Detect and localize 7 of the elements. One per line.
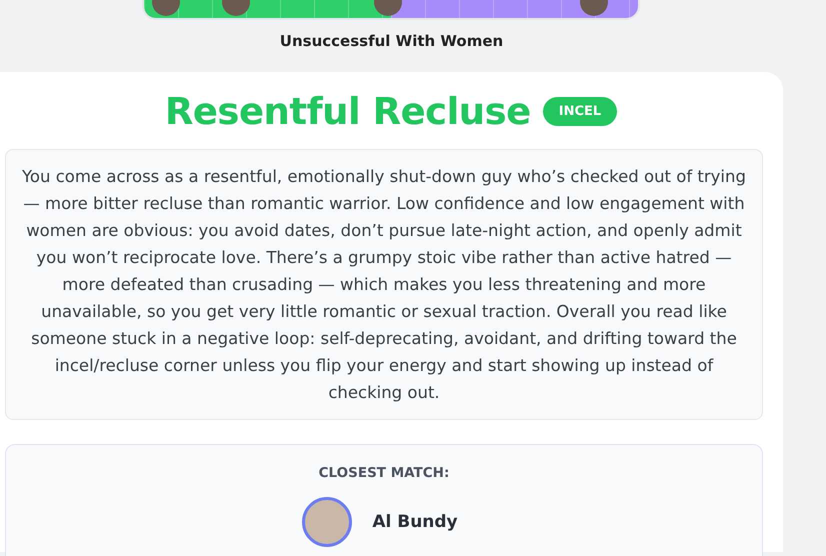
avatar-placeholder xyxy=(302,497,352,547)
closest-match-heading: CLOSEST MATCH: xyxy=(318,465,450,481)
match-name: Al Bundy xyxy=(372,512,458,532)
result-title: Resentful Recluse xyxy=(164,90,531,133)
result-badge: INCEL xyxy=(542,97,618,126)
category-label: Unsuccessful With Women xyxy=(280,32,504,50)
result-description: You come across as a resentful, emotionally shut-down guy who’s checked out of trying — more bitter recluse than romantic warrior. Low confidence and low engagement with women are obvious: you avoid dates, don’t pursue late-night action, and openly admit you won’t reciprocate love. There’s a grumpy stoic vibe rather than active hatred — more defeated than crusading — which makes you less threatening and more unavailable, so you get very little romantic or sexual traction. Overall you read like someone stuck in a negative loop: self-deprecating, avoidant, and drifting toward the incel/recluse corner unless you flip your energy and start showing up instead of checking out. xyxy=(5,149,763,420)
